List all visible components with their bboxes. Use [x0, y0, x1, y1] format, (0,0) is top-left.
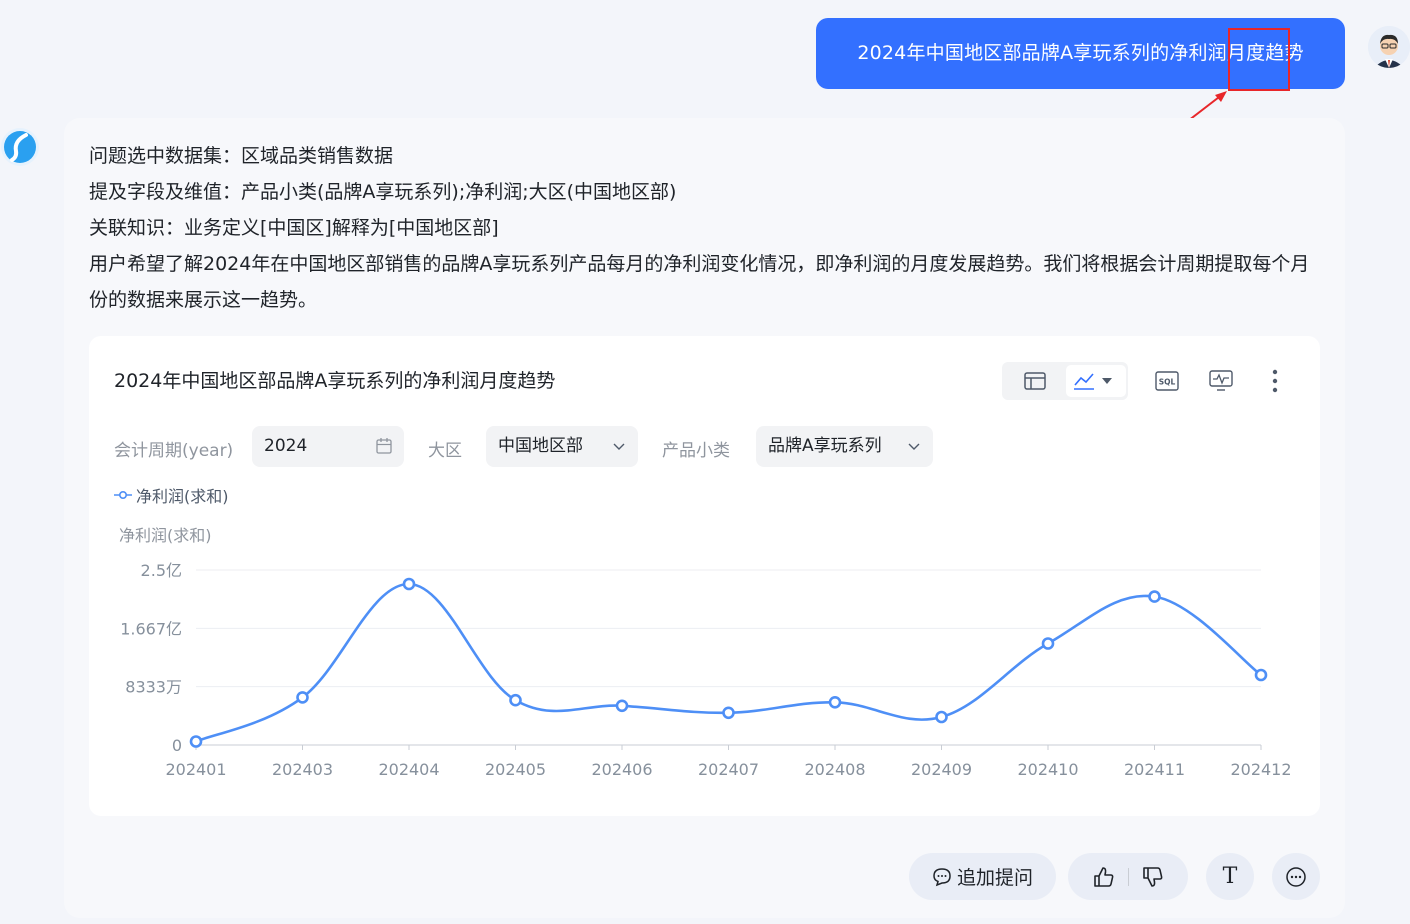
x-tick-label: 202409 — [911, 760, 972, 779]
x-tick-label: 202405 — [485, 760, 546, 779]
data-point — [1148, 590, 1161, 603]
data-point — [1041, 637, 1055, 650]
x-tick-label: 202411 — [1124, 760, 1185, 779]
data-point — [1254, 668, 1268, 682]
filter-period-picker[interactable]: 2024 — [252, 426, 404, 467]
filter-period-value: 2024 — [264, 436, 308, 456]
feedback-divider — [1127, 867, 1129, 886]
follow-up-label: 追加提问 — [956, 867, 1033, 889]
y-tick-label: 0 — [172, 736, 182, 755]
thumbs-up-icon[interactable] — [1092, 865, 1116, 889]
table-icon — [1024, 372, 1046, 390]
data-point — [828, 696, 842, 709]
calendar-icon — [376, 438, 392, 454]
filter-region-label: 大区 — [428, 441, 462, 461]
y-tick-label: 2.5亿 — [141, 561, 182, 580]
data-point — [189, 735, 203, 748]
follow-up-button[interactable]: 追加提问 — [909, 853, 1056, 900]
data-point — [509, 693, 522, 707]
sql-icon: SQL — [1155, 371, 1179, 391]
x-tick-label: 202410 — [1017, 760, 1078, 779]
table-view-button[interactable] — [1016, 362, 1054, 400]
monitor-button[interactable] — [1202, 362, 1240, 400]
line-chart-icon — [1074, 373, 1112, 390]
sql-button[interactable]: SQL — [1148, 362, 1186, 400]
chart-legend[interactable]: 净利润(求和) — [114, 483, 229, 507]
user-avatar — [1368, 26, 1410, 68]
thumbs-down-icon[interactable] — [1141, 865, 1165, 889]
data-point — [296, 691, 309, 704]
filter-region-select[interactable]: 中国地区部 — [486, 426, 638, 467]
line-chart-view-button[interactable] — [1066, 365, 1126, 397]
x-tick-label: 202407 — [698, 760, 759, 779]
assistant-logo-icon — [1, 128, 39, 166]
chevron-down-icon — [613, 443, 625, 450]
assistant-avatar — [0, 127, 40, 167]
legend-line-marker-icon — [114, 490, 132, 500]
more-vertical-icon — [1272, 369, 1278, 393]
filter-period-label: 会计周期(year) — [114, 441, 234, 461]
line-chart: 0 8333万 1.667亿 2.5亿 202401 202403 202404 202405… — [120, 561, 1291, 779]
text-format-icon: T — [1222, 864, 1238, 889]
data-point — [615, 699, 629, 713]
feedback-group — [1068, 853, 1188, 900]
answer-fields-line: 提及字段及维值：产品小类(品牌A享玩系列);净利润;大区(中国地区部) — [89, 181, 677, 203]
answer-summary-line: 用户希望了解2024年在中国地区部销售的品牌A享玩系列产品每月的净利润变化情况，… — [89, 253, 1310, 311]
chart-title: 2024年中国地区部品牌A享玩系列的净利润月度趋势 — [114, 370, 556, 392]
x-tick-label: 202412 — [1230, 760, 1291, 779]
filter-category-value: 品牌A享玩系列 — [768, 436, 882, 456]
chat-bubble-icon — [933, 867, 951, 886]
data-point — [402, 577, 416, 591]
sql-icon-text: SQL — [1159, 378, 1176, 387]
data-point — [935, 710, 948, 724]
x-tick-label: 202406 — [591, 760, 652, 779]
answer-knowledge-line: 关联知识：业务定义[中国区]解释为[中国地区部] — [89, 217, 499, 239]
data-point — [722, 706, 735, 720]
user-avatar-icon — [1368, 26, 1410, 68]
more-horizontal-circle-icon — [1286, 866, 1306, 887]
filter-category-select[interactable]: 品牌A享玩系列 — [756, 426, 933, 467]
annotation-highlight-box — [1228, 28, 1290, 91]
x-tick-label: 202401 — [165, 760, 226, 779]
answer-dataset-line: 问题选中数据集：区域品类销售数据 — [89, 145, 394, 167]
filter-category-label: 产品小类 — [662, 441, 730, 461]
legend-label: 净利润(求和) — [136, 487, 229, 506]
more-actions-button[interactable] — [1272, 853, 1320, 900]
more-options-button[interactable] — [1256, 362, 1294, 400]
text-format-button[interactable]: T — [1206, 853, 1254, 900]
answer-text: 问题选中数据集：区域品类销售数据 提及字段及维值：产品小类(品牌A享玩系列);净… — [89, 138, 1314, 318]
chevron-down-icon — [908, 443, 920, 450]
x-tick-label: 202408 — [804, 760, 865, 779]
monitor-icon — [1209, 370, 1233, 391]
y-tick-label: 1.667亿 — [120, 619, 182, 638]
y-tick-label: 8333万 — [125, 678, 182, 697]
filter-region-value: 中国地区部 — [498, 436, 583, 456]
x-tick-label: 202403 — [272, 760, 333, 779]
x-tick-label: 202404 — [378, 760, 439, 779]
